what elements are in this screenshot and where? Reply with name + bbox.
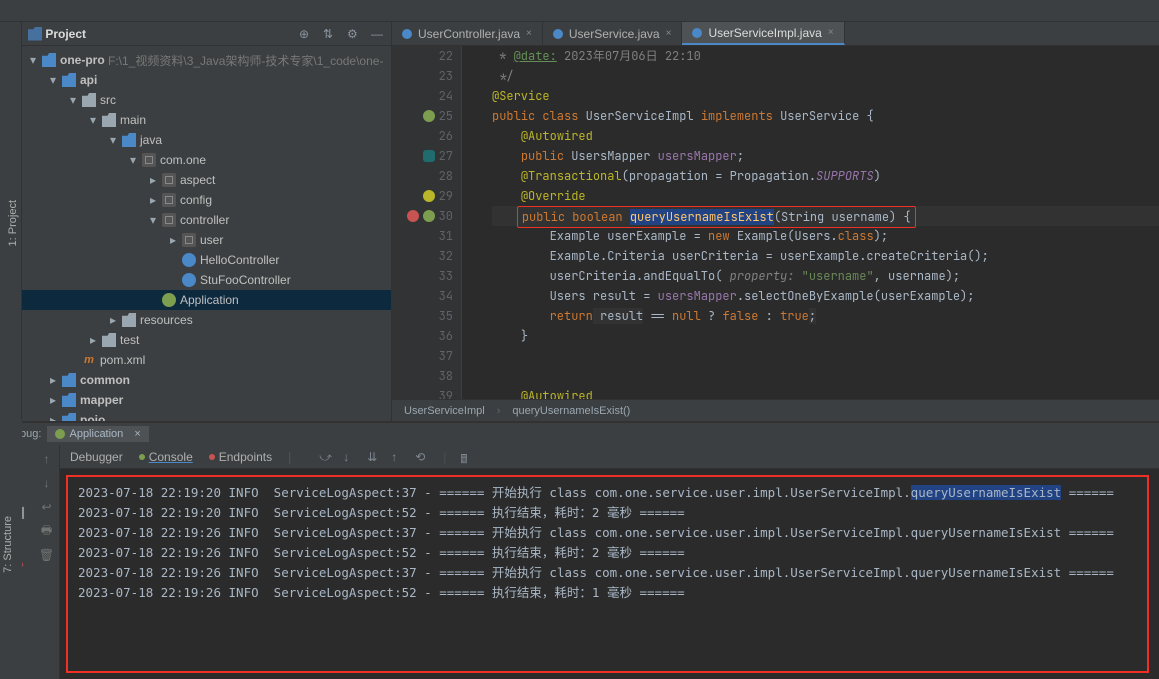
project-title: Project — [45, 27, 86, 41]
folder-icon — [62, 73, 76, 87]
expand-icon[interactable]: ⇅ — [323, 27, 337, 41]
project-icon — [28, 27, 42, 41]
tab-console[interactable]: Console — [139, 450, 193, 464]
tab-userservice[interactable]: UserService.java× — [543, 22, 683, 45]
clear-icon[interactable]: 🗑 — [39, 547, 55, 563]
down-icon[interactable]: ↓ — [39, 475, 55, 491]
project-tree[interactable]: one-pro F:\1_视频资料\3_Java架构师-技术专家\1_code\… — [22, 46, 391, 421]
spring-icon — [55, 429, 65, 439]
side-tab-project[interactable]: 1: Project — [5, 196, 21, 250]
debug-inner-tabs: Debugger Console Endpoints | ⤻ ↓ ⇊ ↑ ⟲ |… — [60, 445, 1159, 469]
breadcrumb[interactable]: UserServiceImpl›queryUsernameIsExist() — [392, 399, 1159, 421]
tab-usercontroller[interactable]: UserController.java× — [392, 22, 543, 45]
hide-icon[interactable]: — — [371, 27, 385, 41]
force-step-icon[interactable]: ⇊ — [367, 450, 381, 464]
up-icon[interactable]: ↑ — [39, 451, 55, 467]
gear-icon[interactable]: ⚙ — [347, 27, 361, 41]
print-icon[interactable]: 🖶 — [39, 523, 55, 539]
step-over-icon[interactable]: ⤻ — [319, 450, 333, 464]
close-icon[interactable]: × — [526, 28, 532, 39]
debug-panel: Debug: Application × ↻ ▶ ❚❚ ■ ●● ⊘ ↑ ↓ ↩… — [0, 421, 1159, 679]
tab-debugger[interactable]: Debugger — [70, 450, 123, 464]
gutter-warn-icon[interactable] — [423, 190, 435, 202]
module-icon — [42, 53, 56, 67]
maven-icon: m — [82, 353, 96, 367]
close-icon[interactable]: × — [666, 28, 672, 39]
code-editor[interactable]: 222324 25 26 27 28 29 30 313233343536373… — [392, 46, 1159, 399]
editor-tabs: UserController.java× UserService.java× U… — [392, 22, 1159, 46]
close-icon[interactable]: × — [134, 428, 140, 440]
toolbar — [0, 0, 1159, 22]
debug-left-toolbar-2: ↑ ↓ ↩ 🖶 🗑 — [34, 445, 60, 679]
gutter-spring-icon[interactable] — [423, 110, 435, 122]
gutter[interactable]: 222324 25 26 27 28 29 30 313233343536373… — [392, 46, 462, 399]
console-output[interactable]: 2023-07-18 22:19:20 INFO ServiceLogAspec… — [66, 475, 1149, 673]
gutter-bean-icon[interactable] — [423, 150, 435, 162]
console-icon — [139, 454, 145, 460]
step-out-icon[interactable]: ↑ — [391, 450, 405, 464]
left-tool-tabs: 1: Project — [0, 22, 22, 421]
drop-frame-icon[interactable]: ⟲ — [415, 450, 429, 464]
gutter-impl-icon[interactable] — [407, 210, 419, 222]
wrap-icon[interactable]: ↩ — [39, 499, 55, 515]
project-panel: Project ⊕ ⇅ ⚙ — one-pro F:\1_视频资料\3_Java… — [22, 22, 392, 421]
tab-endpoints[interactable]: Endpoints — [209, 450, 272, 464]
debug-app-tab[interactable]: Application × — [47, 426, 148, 442]
spring-run-icon — [162, 293, 176, 307]
step-into-icon[interactable]: ↓ — [343, 450, 357, 464]
tab-userserviceimpl[interactable]: UserServiceImpl.java× — [682, 22, 844, 45]
side-tab-structure[interactable]: 7: Structure — [0, 512, 16, 577]
close-icon[interactable]: × — [828, 27, 834, 38]
endpoints-icon — [209, 454, 215, 460]
evaluate-icon[interactable]: 🖩 — [460, 450, 474, 464]
target-icon[interactable]: ⊕ — [299, 27, 313, 41]
